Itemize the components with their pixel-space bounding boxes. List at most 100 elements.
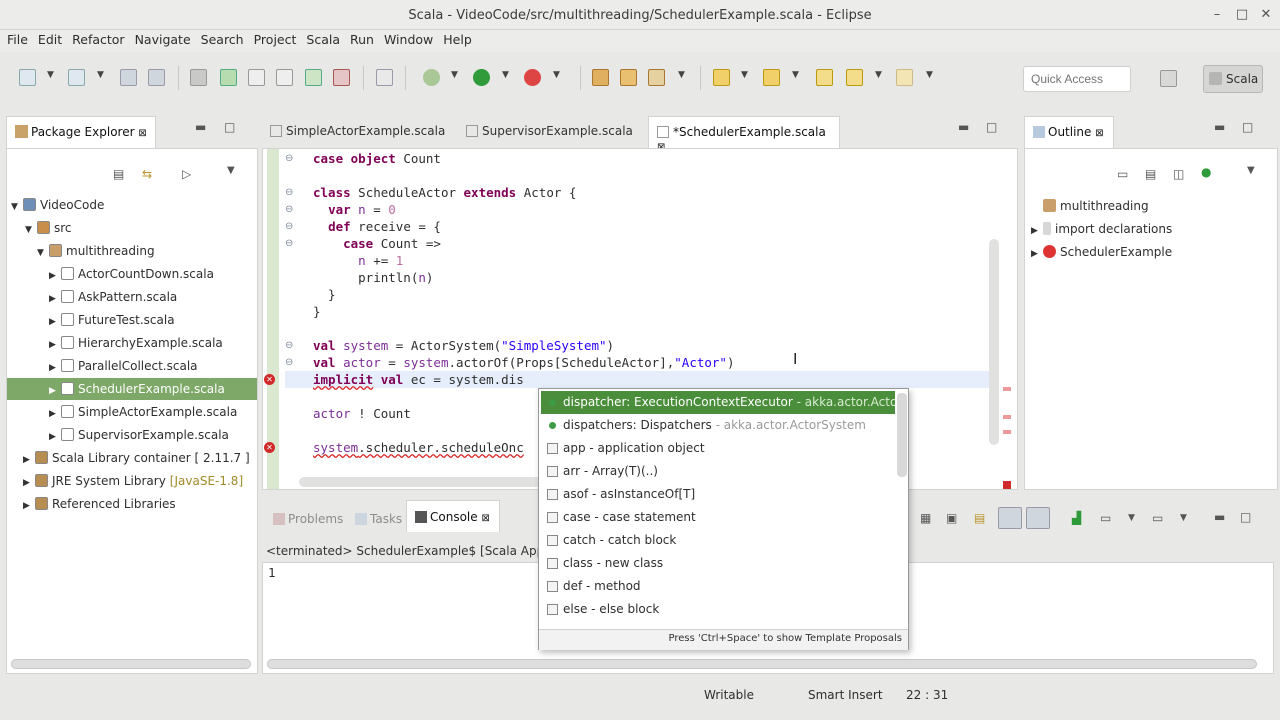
link-editor-icon[interactable]: ⇆ xyxy=(142,167,152,181)
fold-icon[interactable]: ⊖ xyxy=(285,340,293,351)
sort-icon[interactable]: ▭ xyxy=(1117,167,1128,181)
chevron-down-icon[interactable]: ▼ xyxy=(47,70,54,80)
hide-fields-icon[interactable]: ◫ xyxy=(1173,167,1184,181)
chevron-right-icon[interactable]: ▶ xyxy=(49,288,61,310)
menu-search[interactable]: Search xyxy=(196,30,249,50)
menu-navigate[interactable]: Navigate xyxy=(130,30,196,50)
chevron-right-icon[interactable]: ▶ xyxy=(49,311,61,333)
annotation-icon[interactable] xyxy=(276,69,293,86)
hide-nonpublic-icon[interactable]: ● xyxy=(1201,165,1211,179)
chevron-right-icon[interactable]: ▶ xyxy=(49,380,61,402)
proposal-item[interactable]: else - else block xyxy=(541,598,895,621)
error-icon[interactable]: ✕ xyxy=(264,442,275,453)
new-package-icon[interactable] xyxy=(592,69,609,86)
minimize-icon[interactable]: ▬ xyxy=(1214,120,1225,134)
tab-outline[interactable]: Outline ⊠ xyxy=(1024,116,1114,148)
menu-window[interactable]: Window xyxy=(379,30,438,50)
forward-icon[interactable] xyxy=(896,69,913,86)
horizontal-scrollbar[interactable] xyxy=(11,659,251,669)
chevron-right-icon[interactable]: ▶ xyxy=(49,265,61,287)
minimize-icon[interactable]: ▬ xyxy=(195,120,206,134)
outline-item[interactable]: ▶ SchedulerExample xyxy=(1031,241,1172,263)
tree-item[interactable]: ▶ AskPattern.scala xyxy=(7,286,181,308)
maximize-icon[interactable]: □ xyxy=(224,120,235,134)
fold-icon[interactable]: ⊖ xyxy=(285,357,293,368)
run-icon[interactable] xyxy=(473,69,490,86)
tree-item[interactable]: ▼ VideoCode xyxy=(7,194,108,216)
collapse-icon[interactable]: ▤ xyxy=(1145,167,1156,181)
new-icon[interactable] xyxy=(19,69,36,86)
tree-item[interactable]: ▶ HierarchyExample.scala xyxy=(7,332,227,354)
overview-error-icon[interactable] xyxy=(1003,481,1011,489)
close-icon[interactable]: ⊠ xyxy=(1095,128,1103,139)
open-type-icon[interactable] xyxy=(620,69,637,86)
open-console-icon[interactable]: ▟ xyxy=(1072,511,1081,525)
fold-icon[interactable]: ⊖ xyxy=(285,238,293,249)
proposal-item[interactable]: dispatcher: ExecutionContextExecutor - a… xyxy=(541,391,895,414)
previous-annotation-icon[interactable] xyxy=(763,69,780,86)
minimize-icon[interactable]: ▬ xyxy=(958,120,969,134)
chevron-down-icon[interactable]: ▼ xyxy=(502,70,509,80)
chevron-down-icon[interactable]: ▼ xyxy=(875,70,882,80)
maximize-icon[interactable]: □ xyxy=(986,120,997,134)
skip-breakpoints-icon[interactable] xyxy=(376,69,393,86)
open-perspective-icon[interactable] xyxy=(1160,70,1177,87)
chevron-right-icon[interactable]: ▶ xyxy=(23,472,35,494)
proposal-item[interactable]: app - application object xyxy=(541,437,895,460)
fold-icon[interactable]: ⊖ xyxy=(285,204,293,215)
tab-simpleactorexample[interactable]: SimpleActorExample.scala xyxy=(262,120,453,142)
chevron-down-icon[interactable]: ▼ xyxy=(741,70,748,80)
tree-item[interactable]: ▶ SupervisorExample.scala xyxy=(7,424,233,446)
open-icon[interactable] xyxy=(68,69,85,86)
chevron-right-icon[interactable]: ▶ xyxy=(1031,243,1043,265)
chevron-down-icon[interactable]: ▼ xyxy=(25,219,37,241)
proposal-item[interactable]: class - new class xyxy=(541,552,895,575)
scroll-lock-icon[interactable]: ▣ xyxy=(946,511,957,525)
chevron-down-icon[interactable]: ▼ xyxy=(97,70,104,80)
tree-item[interactable]: ▶ Referenced Libraries xyxy=(7,493,180,515)
last-edit-icon[interactable] xyxy=(816,69,833,86)
quick-access-input[interactable] xyxy=(1023,66,1131,92)
maximize-icon[interactable]: □ xyxy=(1242,120,1253,134)
tab-problems[interactable]: Problems xyxy=(265,508,351,530)
debug-search-icon[interactable] xyxy=(333,69,350,86)
search-icon[interactable] xyxy=(305,69,322,86)
tree-item[interactable]: ▶ SimpleActorExample.scala xyxy=(7,401,241,423)
minimize-icon[interactable]: ▬ xyxy=(1214,510,1225,524)
proposal-item[interactable]: catch - catch block xyxy=(541,529,895,552)
external-tools-icon[interactable] xyxy=(524,69,541,86)
collapse-all-icon[interactable]: ▤ xyxy=(113,167,124,181)
outline-item[interactable]: ▶ import declarations xyxy=(1031,218,1172,240)
menu-file[interactable]: File xyxy=(0,30,33,50)
chevron-right-icon[interactable]: ▶ xyxy=(23,449,35,471)
minimize-button[interactable]: – xyxy=(1208,6,1226,24)
menu-scala[interactable]: Scala xyxy=(301,30,345,50)
next-annotation-icon[interactable] xyxy=(713,69,730,86)
toggle-block-icon[interactable] xyxy=(220,69,237,86)
proposal-item[interactable]: def - method xyxy=(541,575,895,598)
pin-console-icon[interactable] xyxy=(998,507,1022,529)
tree-item[interactable]: ▼ src xyxy=(7,217,76,239)
chevron-down-icon[interactable]: ▼ xyxy=(1180,513,1187,523)
error-marker[interactable] xyxy=(1003,387,1011,391)
error-marker[interactable] xyxy=(1003,415,1011,419)
tree-item[interactable]: ▶ ParallelCollect.scala xyxy=(7,355,202,377)
tab-schedulerexample[interactable]: *SchedulerExample.scala ⊠ xyxy=(648,116,840,153)
save-all-icon[interactable] xyxy=(148,69,165,86)
tab-tasks[interactable]: Tasks xyxy=(347,508,410,530)
chevron-down-icon[interactable]: ▼ xyxy=(37,242,49,264)
back-icon[interactable] xyxy=(846,69,863,86)
tree-item[interactable]: ▶ SchedulerExample.scala xyxy=(7,378,257,400)
proposal-item[interactable]: asof - asInstanceOf[T] xyxy=(541,483,895,506)
toggle-mark-occurrences-icon[interactable] xyxy=(190,69,207,86)
tab-supervisorexample[interactable]: SupervisorExample.scala xyxy=(458,120,641,142)
proposal-scrollbar[interactable] xyxy=(897,393,907,477)
perspective-scala-button[interactable]: Scala xyxy=(1203,65,1263,93)
chevron-right-icon[interactable]: ▶ xyxy=(1031,220,1043,242)
outline-item[interactable]: multithreading xyxy=(1043,195,1149,217)
chevron-down-icon[interactable]: ▼ xyxy=(926,70,933,80)
vertical-scrollbar[interactable] xyxy=(989,239,999,445)
word-wrap-icon[interactable]: ▤ xyxy=(974,511,985,525)
fold-icon[interactable]: ⊖ xyxy=(285,187,293,198)
close-button[interactable]: ✕ xyxy=(1257,6,1275,24)
